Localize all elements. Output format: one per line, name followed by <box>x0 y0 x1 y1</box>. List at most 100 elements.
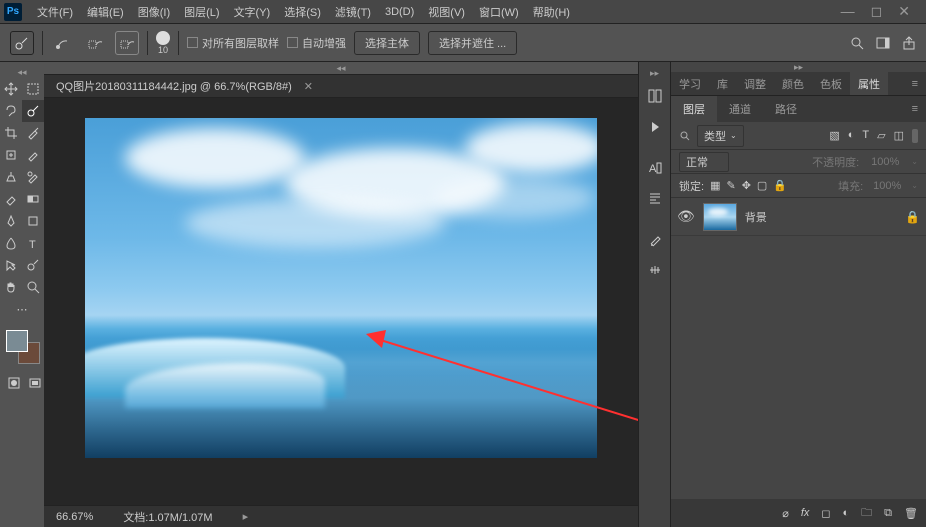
menu-view[interactable]: 视图(V) <box>421 4 472 20</box>
tab-adjustments[interactable]: 调整 <box>736 72 774 95</box>
menu-help[interactable]: 帮助(H) <box>526 4 577 20</box>
tab-properties[interactable]: 属性 <box>850 72 888 95</box>
layer-item[interactable]: 👁 背景 🔒 <box>671 198 926 236</box>
layer-thumbnail[interactable] <box>703 203 737 231</box>
menu-select[interactable]: 选择(S) <box>277 4 328 20</box>
lock-position-icon[interactable]: ✥ <box>742 179 751 192</box>
lock-all-icon[interactable]: 🔒 <box>773 179 787 192</box>
doc-collapse-icon[interactable]: ◂◂ <box>44 62 638 74</box>
pen-tool[interactable] <box>0 210 22 232</box>
layers-menu-icon[interactable]: ≡ <box>904 103 926 115</box>
crop-tool[interactable] <box>0 122 22 144</box>
layer-mask-icon[interactable]: ◻ <box>821 507 830 520</box>
subtract-selection-icon[interactable] <box>115 31 139 55</box>
search-icon[interactable] <box>850 36 864 50</box>
fill-value[interactable]: 100% <box>869 179 905 193</box>
shape-tool[interactable] <box>22 210 44 232</box>
close-icon[interactable]: ✕ <box>898 3 910 20</box>
visibility-icon[interactable]: 👁 <box>677 208 695 225</box>
lasso-tool[interactable] <box>0 100 22 122</box>
lock-artboard-icon[interactable]: ▢ <box>757 179 767 192</box>
menu-filter[interactable]: 滤镜(T) <box>328 4 378 20</box>
filter-shape-icon[interactable]: ▱ <box>877 129 885 143</box>
filter-smart-icon[interactable]: ◫ <box>894 129 904 143</box>
layer-group-icon[interactable]: 🗀 <box>861 504 872 523</box>
zoom-level[interactable]: 66.67% <box>56 511 93 523</box>
zoom-tool[interactable] <box>22 276 44 298</box>
doc-info-chevron-icon[interactable]: ▸ <box>243 510 249 523</box>
gradient-tool[interactable] <box>22 188 44 210</box>
healing-brush-tool[interactable] <box>0 144 22 166</box>
menu-file[interactable]: 文件(F) <box>30 4 80 20</box>
quick-selection-tool[interactable] <box>22 100 44 122</box>
filter-adjust-icon[interactable]: ◐ <box>848 129 855 143</box>
color-swatches[interactable] <box>0 330 44 366</box>
doc-info[interactable]: 文档:1.07M/1.07M <box>123 509 212 525</box>
brush-picker[interactable]: 10 <box>156 31 170 55</box>
layer-filter-type[interactable]: 类型 ⌄ <box>697 125 744 147</box>
share-icon[interactable] <box>902 36 916 50</box>
menu-type[interactable]: 文字(Y) <box>227 4 278 20</box>
blur-tool[interactable] <box>0 232 22 254</box>
new-selection-icon[interactable] <box>51 31 75 55</box>
eraser-tool[interactable] <box>0 188 22 210</box>
panel-collapse-icon[interactable]: ▸▸ <box>671 62 926 72</box>
marquee-tool[interactable] <box>22 78 44 100</box>
document-tab[interactable]: QQ图片20180311184442.jpg @ 66.7%(RGB/8#) ✕ <box>44 74 638 98</box>
panel-menu-icon[interactable]: ≡ <box>904 78 926 90</box>
filter-pixel-icon[interactable]: ▧ <box>829 129 839 143</box>
canvas[interactable] <box>85 118 597 458</box>
brush-tool[interactable] <box>22 144 44 166</box>
tab-channels[interactable]: 通道 <box>717 96 763 122</box>
add-selection-icon[interactable] <box>83 31 107 55</box>
opacity-value[interactable]: 100% <box>867 155 903 169</box>
adjustment-layer-icon[interactable]: ◐ <box>843 507 850 519</box>
tab-color[interactable]: 颜色 <box>774 72 812 95</box>
edit-toolbar-icon[interactable]: ⋯ <box>11 298 33 320</box>
lock-pixels-icon[interactable]: ✎ <box>726 179 735 192</box>
history-brush-tool[interactable] <box>22 166 44 188</box>
history-panel-icon[interactable] <box>643 84 667 108</box>
dock-expand-icon[interactable]: ▸▸ <box>650 68 659 78</box>
select-subject-button[interactable]: 选择主体 <box>354 31 420 55</box>
workspace-icon[interactable] <box>876 36 890 50</box>
layer-style-icon[interactable]: fx <box>801 507 810 519</box>
eyedropper-tool[interactable] <box>22 122 44 144</box>
select-and-mask-button[interactable]: 选择并遮住 ... <box>428 31 517 55</box>
sample-all-layers-checkbox[interactable]: 对所有图层取样 <box>187 35 279 51</box>
minimize-icon[interactable]: — <box>841 3 855 20</box>
clone-stamp-tool[interactable] <box>0 166 22 188</box>
auto-enhance-checkbox[interactable]: 自动增强 <box>287 35 346 51</box>
new-layer-icon[interactable]: ⧉ <box>884 507 892 520</box>
screen-mode-icon[interactable] <box>25 372 44 394</box>
actions-panel-icon[interactable] <box>643 114 667 138</box>
menu-image[interactable]: 图像(I) <box>131 4 177 20</box>
filter-search-icon[interactable] <box>679 130 691 142</box>
toolbar-collapse-icon[interactable]: ◂◂ <box>0 66 44 78</box>
layer-name[interactable]: 背景 <box>745 209 767 225</box>
close-tab-icon[interactable]: ✕ <box>304 80 313 93</box>
dodge-tool[interactable] <box>22 254 44 276</box>
filter-toggle-icon[interactable] <box>912 129 918 143</box>
menu-3d[interactable]: 3D(D) <box>378 6 421 18</box>
foreground-color[interactable] <box>6 330 28 352</box>
tool-preset-picker[interactable] <box>10 31 34 55</box>
tab-layers[interactable]: 图层 <box>671 96 717 122</box>
menu-layer[interactable]: 图层(L) <box>177 4 226 20</box>
tab-libraries[interactable]: 库 <box>709 72 736 95</box>
menu-edit[interactable]: 编辑(E) <box>80 4 131 20</box>
path-selection-tool[interactable] <box>0 254 22 276</box>
character-panel-icon[interactable]: A <box>643 156 667 180</box>
menu-window[interactable]: 窗口(W) <box>472 4 526 20</box>
type-tool[interactable]: T <box>22 232 44 254</box>
lock-transparency-icon[interactable]: ▦ <box>710 179 720 192</box>
brush-settings-panel-icon[interactable] <box>643 258 667 282</box>
move-tool[interactable] <box>0 78 22 100</box>
brushes-panel-icon[interactable] <box>643 228 667 252</box>
paragraph-panel-icon[interactable] <box>643 186 667 210</box>
tab-learn[interactable]: 学习 <box>671 72 709 95</box>
blend-mode-select[interactable]: 正常 <box>679 152 729 172</box>
maximize-icon[interactable]: ◻ <box>871 3 883 20</box>
filter-type-icon[interactable]: T <box>862 129 869 143</box>
link-layers-icon[interactable]: ⌀ <box>782 507 789 520</box>
